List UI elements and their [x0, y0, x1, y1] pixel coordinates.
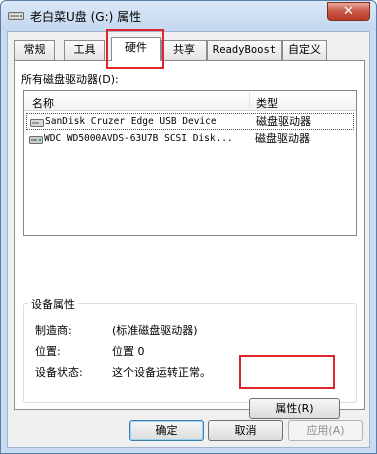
tab-label: ReadyBoost [212, 44, 277, 56]
button-label: 应用(A) [306, 424, 345, 437]
apply-button[interactable]: 应用(A) [288, 420, 363, 441]
highlight-box-button [239, 355, 335, 389]
devices-label: 所有磁盘驱动器(D): [21, 73, 119, 86]
group-title: 设备属性 [28, 296, 78, 312]
tab-customize[interactable]: 自定义 [282, 40, 327, 60]
ok-button[interactable]: 确定 [129, 420, 204, 441]
close-button[interactable]: ✕ [327, 2, 370, 21]
column-divider[interactable] [249, 91, 250, 111]
column-header-name[interactable]: 名称 [32, 95, 54, 111]
button-label: 确定 [155, 424, 178, 437]
list-item[interactable]: WDC WD5000AVDS-63U7B SCSI Disk... 磁盘驱动器 [26, 131, 354, 148]
tab-label: 常规 [23, 43, 46, 56]
title-bar[interactable]: 老白菜U盘 (G:) 属性 ✕ [1, 1, 376, 31]
tab-sharing[interactable]: 共享 [161, 40, 207, 60]
usb-drive-icon [30, 119, 44, 127]
device-name: WDC WD5000AVDS-63U7B SCSI Disk... [44, 133, 233, 144]
location-label: 位置: [35, 345, 61, 358]
tab-general[interactable]: 常规 [14, 40, 55, 60]
tab-label: 工具 [73, 43, 96, 56]
button-label: 属性(R) [275, 402, 314, 415]
device-type: 磁盘驱动器 [256, 115, 311, 128]
device-type: 磁盘驱动器 [255, 132, 310, 145]
list-header: 名称 类型 [24, 91, 356, 111]
tab-readyboost[interactable]: ReadyBoost [207, 40, 282, 60]
tab-tools[interactable]: 工具 [64, 40, 105, 60]
list-item[interactable]: SanDisk Cruzer Edge USB Device 磁盘驱动器 [26, 113, 354, 130]
status-value: 这个设备运转正常。 [112, 366, 211, 379]
column-header-type[interactable]: 类型 [256, 95, 278, 111]
location-value: 位置 0 [112, 345, 145, 358]
tab-label: 自定义 [288, 43, 321, 56]
properties-button[interactable]: 属性(R) [249, 398, 340, 419]
cancel-button[interactable]: 取消 [208, 420, 283, 441]
device-list[interactable]: 名称 类型 SanDisk Cruzer Edge USB Device 磁盘驱… [23, 90, 357, 236]
hard-disk-icon [29, 136, 43, 144]
button-label: 取消 [234, 424, 257, 437]
highlight-box-tab [106, 29, 164, 69]
device-name: SanDisk Cruzer Edge USB Device [45, 116, 217, 127]
window-title: 老白菜U盘 (G:) 属性 [30, 10, 142, 24]
manufacturer-label: 制造商: [35, 324, 72, 337]
close-icon: ✕ [343, 4, 354, 19]
drive-icon [8, 12, 24, 20]
manufacturer-value: (标准磁盘驱动器) [112, 324, 198, 337]
status-label: 设备状态: [35, 366, 83, 379]
tab-label: 共享 [173, 43, 195, 56]
